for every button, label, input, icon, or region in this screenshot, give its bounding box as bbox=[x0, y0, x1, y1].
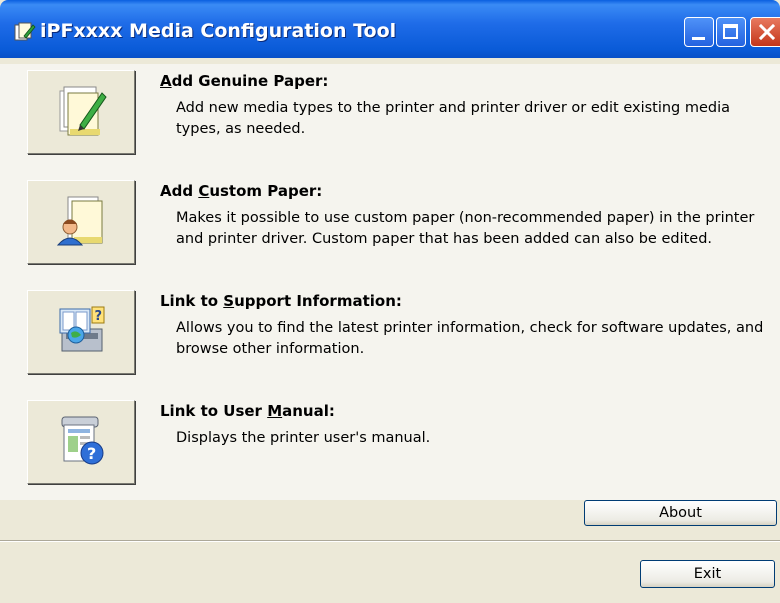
support-information-description: Allows you to find the latest printer in… bbox=[176, 320, 764, 357]
media-config-window: iPFxxxx Media Configuration Tool Add Gen… bbox=[0, 0, 780, 603]
dialog-content: Add Genuine Paper: Add new media types t… bbox=[0, 58, 780, 603]
add-genuine-paper-description: Add new media types to the printer and p… bbox=[176, 100, 731, 137]
window-title: iPFxxxx Media Configuration Tool bbox=[40, 20, 397, 42]
maximize-button[interactable] bbox=[716, 17, 746, 47]
support-information-button[interactable]: ? bbox=[27, 290, 135, 374]
title-bar[interactable]: iPFxxxx Media Configuration Tool bbox=[0, 0, 780, 58]
close-button[interactable] bbox=[750, 17, 780, 47]
app-icon bbox=[14, 22, 36, 41]
user-manual-help-icon: ? bbox=[61, 416, 104, 465]
add-custom-paper-button[interactable] bbox=[27, 180, 135, 264]
support-information-title: Link to Support Information: bbox=[160, 292, 402, 310]
about-button[interactable]: About bbox=[584, 500, 777, 526]
svg-text:?: ? bbox=[87, 444, 96, 463]
paper-edit-icon bbox=[59, 86, 107, 136]
add-genuine-paper-title: Add Genuine Paper: bbox=[160, 72, 329, 90]
divider bbox=[0, 540, 780, 542]
svg-text:?: ? bbox=[95, 309, 103, 324]
close-icon bbox=[759, 24, 775, 40]
maximize-icon bbox=[723, 24, 738, 39]
custom-paper-user-icon bbox=[56, 196, 103, 246]
add-custom-paper-title: Add Custom Paper: bbox=[160, 182, 323, 200]
minimize-button[interactable] bbox=[684, 17, 714, 47]
user-manual-description: Displays the printer user's manual. bbox=[176, 430, 431, 446]
add-custom-paper-description: Makes it possible to use custom paper (n… bbox=[176, 210, 755, 247]
support-info-icon: ? bbox=[59, 306, 105, 352]
minimize-icon bbox=[692, 37, 705, 40]
exit-button[interactable]: Exit bbox=[640, 560, 775, 588]
add-genuine-paper-button[interactable] bbox=[27, 70, 135, 154]
user-manual-button[interactable]: ? bbox=[27, 400, 135, 484]
user-manual-title: Link to User Manual: bbox=[160, 402, 335, 420]
